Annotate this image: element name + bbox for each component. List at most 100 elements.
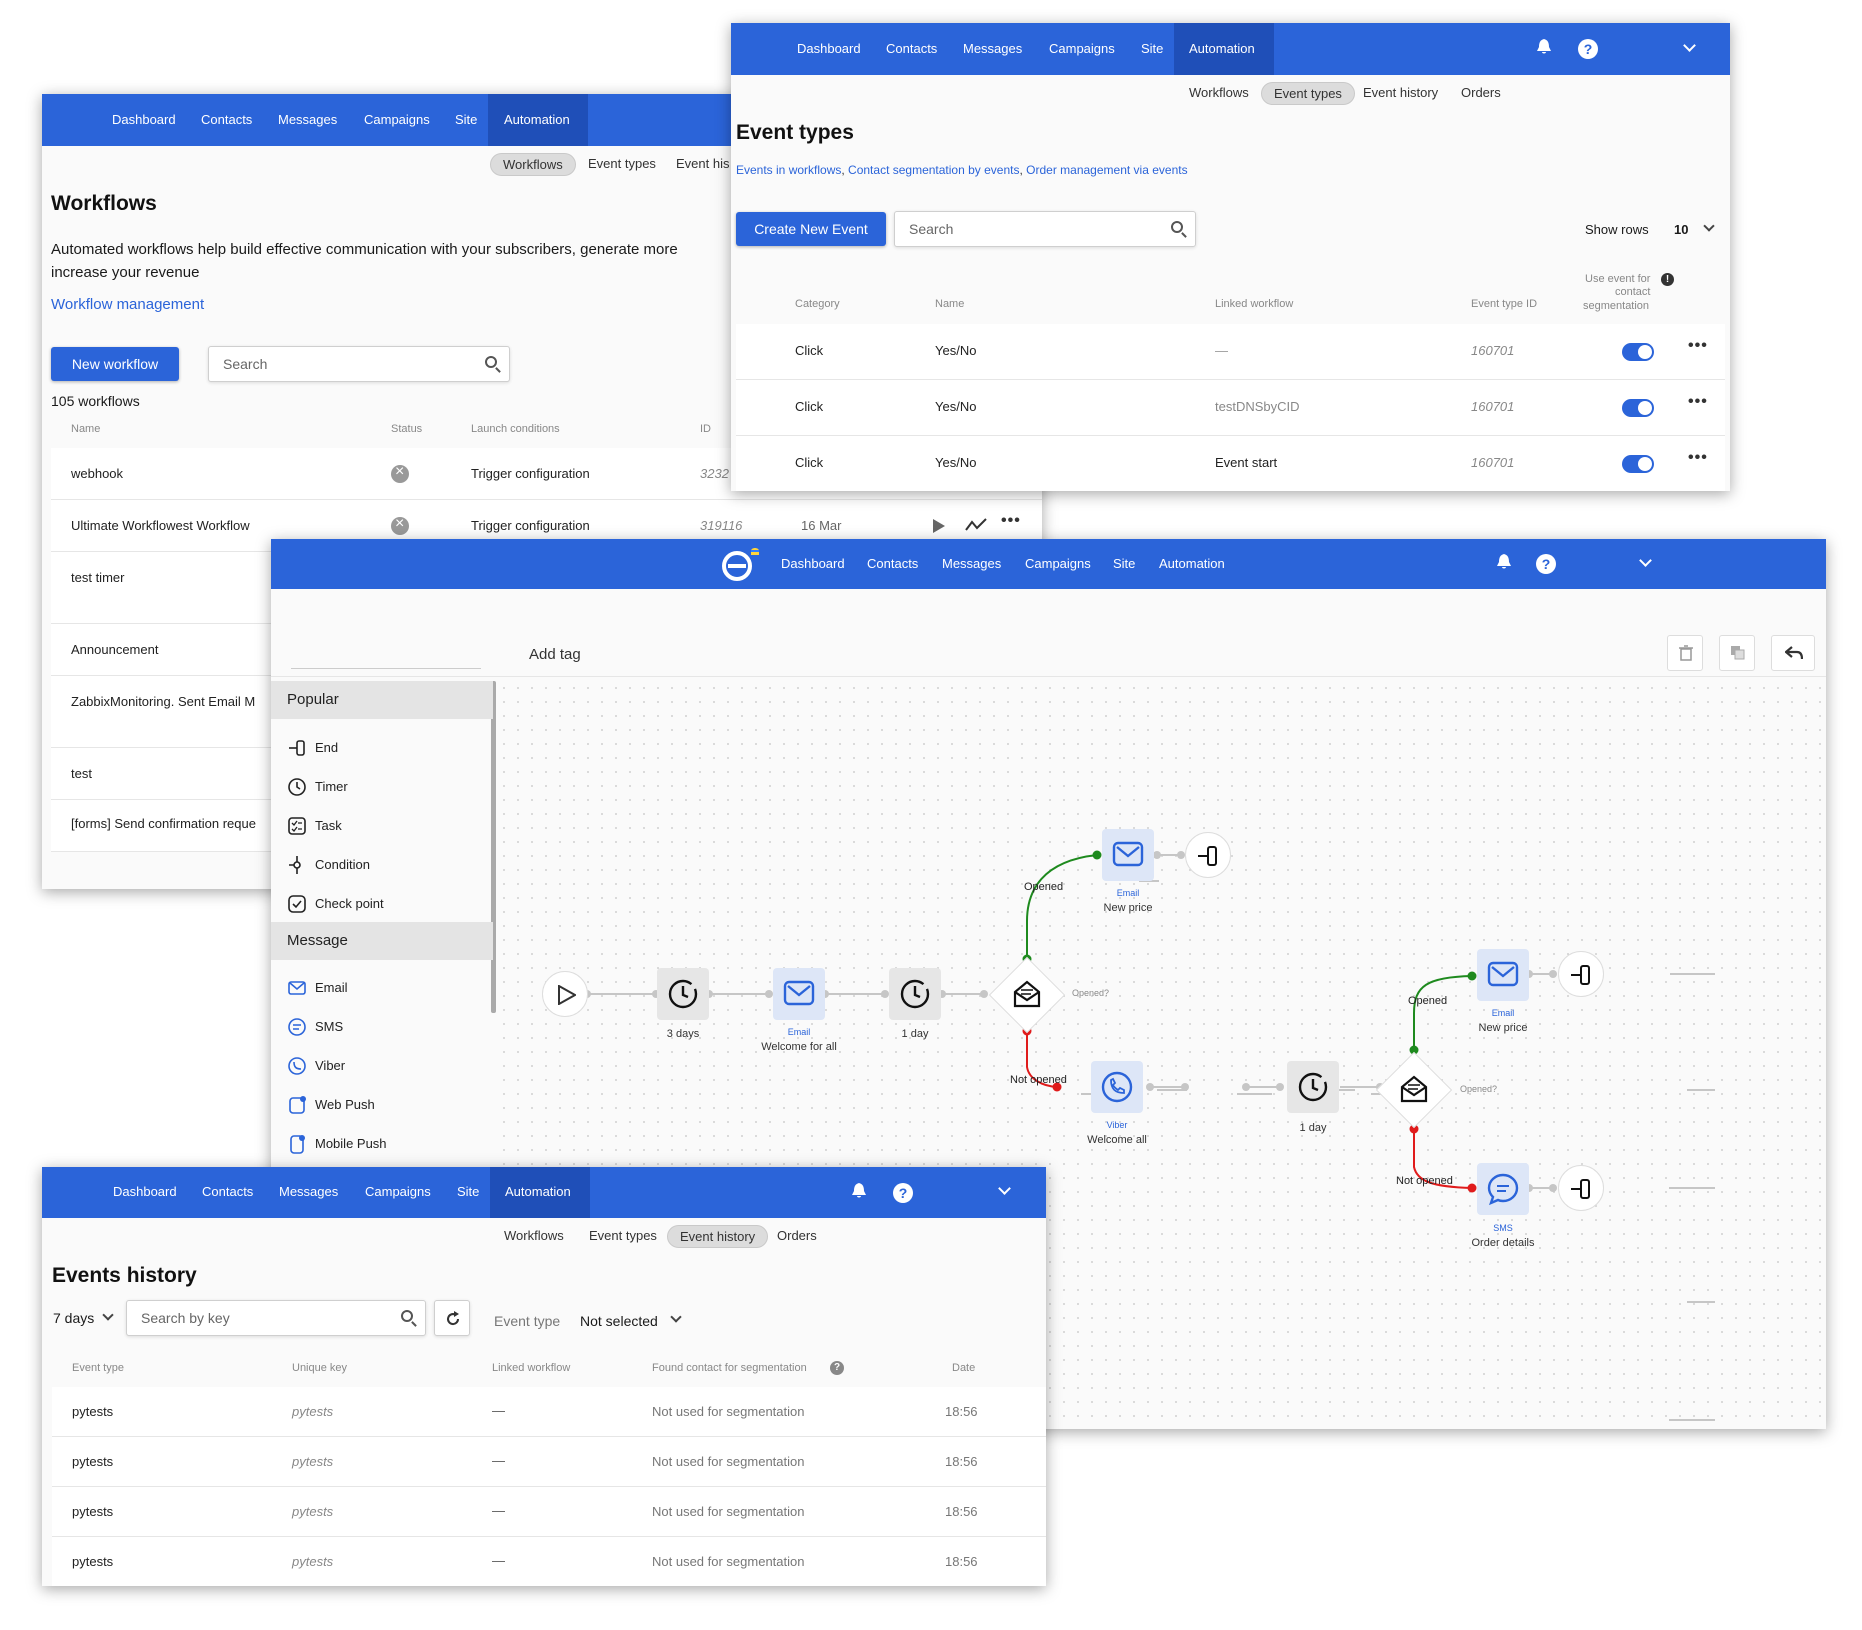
help-icon[interactable]: ? [893, 1183, 913, 1203]
delete-button[interactable] [1667, 635, 1703, 671]
end-node[interactable] [1558, 951, 1604, 997]
chevron-down-icon[interactable] [1703, 220, 1715, 232]
table-row[interactable]: pytests pytests — Not used for segmentat… [52, 1387, 1046, 1437]
search-icon[interactable] [1171, 221, 1183, 233]
chevron-down-icon[interactable] [670, 1311, 682, 1323]
undo-button[interactable] [1771, 635, 1815, 671]
nav-site[interactable]: Site [457, 1184, 479, 1199]
nav-dashboard[interactable]: Dashboard [112, 112, 176, 127]
nav-site[interactable]: Site [455, 112, 477, 127]
help-icon[interactable]: ? [830, 1361, 844, 1375]
sms-node[interactable] [1477, 1163, 1529, 1215]
show-rows-value[interactable]: 10 [1674, 222, 1688, 237]
tab-event-history[interactable]: Event history [667, 1225, 769, 1248]
table-row[interactable]: pytests pytests — Not used for segmentat… [52, 1437, 1046, 1487]
segmentation-toggle[interactable] [1622, 455, 1654, 473]
nav-campaigns[interactable]: Campaigns [365, 1184, 431, 1199]
refresh-button[interactable] [434, 1300, 470, 1336]
bell-icon[interactable] [852, 1183, 866, 1199]
nav-contacts[interactable]: Contacts [867, 556, 918, 571]
tab-workflows[interactable]: Workflows [1177, 82, 1261, 103]
table-row[interactable]: Click Yes/No — 160701 ••• [736, 324, 1725, 380]
segmentation-toggle[interactable] [1622, 343, 1654, 361]
more-icon[interactable]: ••• [1001, 512, 1021, 530]
workflow-search-input[interactable]: Search [208, 346, 510, 382]
table-row[interactable]: pytests pytests — Not used for segmentat… [52, 1487, 1046, 1537]
nav-campaigns[interactable]: Campaigns [1049, 41, 1115, 56]
workflow-management-link[interactable]: Workflow management [51, 296, 204, 313]
create-event-button[interactable]: Create New Event [736, 212, 886, 246]
add-tag-button[interactable]: Add tag [529, 646, 581, 663]
nav-automation[interactable]: Automation [1189, 41, 1255, 56]
link-order-management[interactable]: Order management via events [1026, 163, 1187, 177]
nav-messages[interactable]: Messages [278, 112, 337, 127]
link-contact-segmentation[interactable]: Contact segmentation by events [848, 163, 1019, 177]
link-events-in-workflows[interactable]: Events in workflows [736, 163, 841, 177]
help-icon[interactable]: ? [1536, 554, 1556, 574]
nav-campaigns[interactable]: Campaigns [1025, 556, 1091, 571]
trigger-link[interactable]: Trigger configuration [471, 518, 590, 533]
nav-campaigns[interactable]: Campaigns [364, 112, 430, 127]
event-type-select[interactable]: Not selected [580, 1313, 658, 1329]
tab-event-history[interactable]: Event his [664, 153, 741, 174]
tab-orders[interactable]: Orders [1449, 82, 1513, 103]
table-row[interactable]: pytests pytests — Not used for segmentat… [52, 1537, 1046, 1586]
tab-orders[interactable]: Orders [765, 1225, 829, 1246]
chevron-down-icon[interactable] [1639, 554, 1652, 567]
search-icon[interactable] [485, 356, 497, 368]
tab-event-types[interactable]: Event types [577, 1225, 669, 1246]
nav-site[interactable]: Site [1113, 556, 1135, 571]
timer-node[interactable] [889, 968, 941, 1020]
trigger-link[interactable]: Trigger configuration [471, 466, 590, 481]
email-node[interactable] [773, 968, 825, 1020]
period-select[interactable]: 7 days [53, 1310, 94, 1326]
nav-dashboard[interactable]: Dashboard [797, 41, 861, 56]
nav-messages[interactable]: Messages [279, 1184, 338, 1199]
chevron-down-icon[interactable] [1683, 39, 1696, 52]
table-row[interactable]: Click Yes/No Event start 160701 ••• [736, 436, 1725, 491]
nav-contacts[interactable]: Contacts [202, 1184, 253, 1199]
nav-site[interactable]: Site [1141, 41, 1163, 56]
segmentation-toggle[interactable] [1622, 399, 1654, 417]
viber-node[interactable] [1091, 1061, 1143, 1113]
end-node[interactable] [1558, 1165, 1604, 1211]
palette-scrollbar[interactable] [491, 681, 496, 1013]
nav-messages[interactable]: Messages [942, 556, 1001, 571]
nav-automation[interactable]: Automation [1159, 556, 1225, 571]
timer-node[interactable] [657, 968, 709, 1020]
logo-icon[interactable] [719, 547, 761, 581]
info-icon[interactable]: ! [1661, 273, 1674, 286]
help-icon[interactable]: ? [1578, 39, 1598, 59]
search-icon[interactable] [401, 1310, 413, 1322]
nav-dashboard[interactable]: Dashboard [781, 556, 845, 571]
tab-workflows[interactable]: Workflows [492, 1225, 576, 1246]
play-icon[interactable] [933, 519, 945, 533]
nav-messages[interactable]: Messages [963, 41, 1022, 56]
nav-contacts[interactable]: Contacts [886, 41, 937, 56]
more-icon[interactable]: ••• [1688, 393, 1708, 411]
new-workflow-button[interactable]: New workflow [51, 347, 179, 381]
copy-button[interactable] [1719, 635, 1755, 671]
bell-icon[interactable] [1537, 39, 1551, 55]
start-node[interactable] [542, 971, 588, 1017]
tab-event-types[interactable]: Event types [576, 153, 668, 174]
bell-icon[interactable] [1497, 554, 1511, 570]
event-search-input[interactable]: Search [894, 211, 1196, 247]
more-icon[interactable]: ••• [1688, 449, 1708, 467]
key-search-input[interactable]: Search by key [126, 1300, 426, 1336]
email-node[interactable] [1477, 949, 1529, 1001]
table-row[interactable]: Click Yes/No testDNSbyCID 160701 ••• [736, 380, 1725, 436]
tab-event-history[interactable]: Event history [1351, 82, 1450, 103]
email-node[interactable] [1102, 829, 1154, 881]
nav-automation[interactable]: Automation [505, 1184, 571, 1199]
chevron-down-icon[interactable] [998, 1182, 1011, 1195]
nav-dashboard[interactable]: Dashboard [113, 1184, 177, 1199]
chevron-down-icon[interactable] [102, 1309, 114, 1321]
nav-contacts[interactable]: Contacts [201, 112, 252, 127]
timer-node[interactable] [1287, 1061, 1339, 1113]
tab-workflows[interactable]: Workflows [490, 153, 576, 176]
more-icon[interactable]: ••• [1688, 337, 1708, 355]
stats-icon[interactable] [965, 518, 987, 532]
tab-event-types[interactable]: Event types [1261, 82, 1355, 105]
end-node[interactable] [1185, 832, 1231, 878]
